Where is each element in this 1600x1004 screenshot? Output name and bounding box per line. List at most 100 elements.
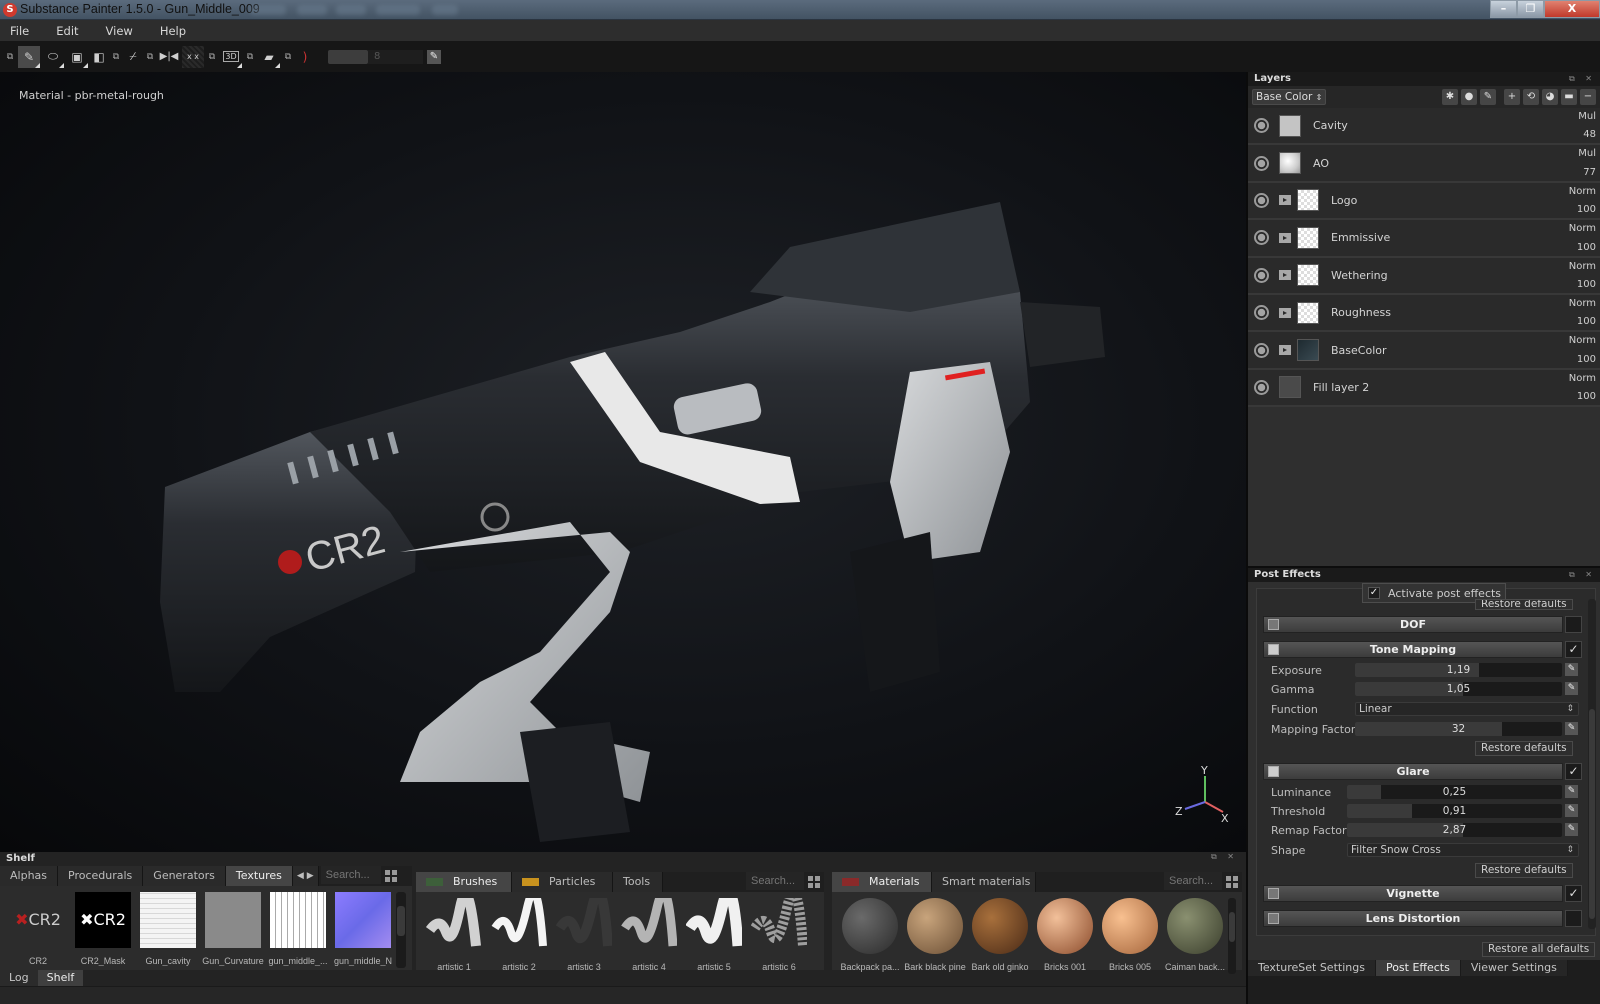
collapse-icon[interactable]: [1268, 766, 1279, 777]
brushes-search-input[interactable]: [746, 872, 804, 890]
collapse-icon[interactable]: [1268, 913, 1279, 924]
restore-defaults-button[interactable]: Restore defaults: [1475, 599, 1573, 610]
visibility-toggle-icon[interactable]: [1254, 379, 1269, 395]
menu-edit[interactable]: Edit: [56, 24, 78, 38]
materials-search-input[interactable]: [1164, 872, 1222, 890]
eraser-tool[interactable]: ⬭: [42, 46, 64, 68]
glare-restore-button[interactable]: Restore defaults: [1475, 863, 1573, 878]
layer-opacity[interactable]: 100: [1577, 391, 1596, 402]
lens-distortion-enable-checkbox[interactable]: [1565, 910, 1582, 927]
tab-brushes[interactable]: Brushes: [416, 872, 512, 892]
folder-icon[interactable]: [1279, 307, 1291, 318]
tone-mapping-restore-button[interactable]: Restore defaults: [1475, 741, 1573, 756]
layer-blend-mode[interactable]: Norm: [1569, 223, 1596, 234]
layer-blend-mode[interactable]: Mul: [1578, 148, 1596, 159]
layer-opacity[interactable]: 100: [1577, 354, 1596, 365]
tab-scroll-arrows[interactable]: ◀ ▶: [292, 866, 319, 886]
visibility-toggle-icon[interactable]: [1254, 342, 1269, 358]
tab-viewer-settings[interactable]: Viewer Settings: [1460, 960, 1568, 976]
tab-textureset-settings[interactable]: TextureSet Settings: [1248, 960, 1376, 976]
gamma-slider[interactable]: 1,05: [1355, 682, 1562, 696]
vignette-section-header[interactable]: Vignette: [1263, 885, 1563, 902]
layer-row[interactable]: AO Mul 77: [1248, 145, 1600, 183]
visibility-toggle-icon[interactable]: [1254, 118, 1269, 134]
brush-item[interactable]: artistic 1: [422, 898, 486, 972]
material-item[interactable]: Bark old ginko: [968, 898, 1032, 974]
tab-tools[interactable]: Tools: [613, 872, 663, 892]
menu-file[interactable]: File: [10, 24, 29, 38]
symmetry-tool[interactable]: ▶|◀: [158, 46, 180, 68]
tone-mapping-section-header[interactable]: Tone Mapping: [1263, 641, 1563, 658]
mapping-factor-slider[interactable]: 32: [1355, 722, 1562, 736]
layer-opacity[interactable]: 100: [1577, 242, 1596, 253]
pen-pressure-button[interactable]: ✎: [427, 49, 441, 64]
layer-row[interactable]: BaseColor Norm 100: [1248, 332, 1600, 370]
dof-enable-checkbox[interactable]: [1565, 616, 1582, 633]
popout-icon[interactable]: ⧉: [206, 46, 218, 68]
layer-row[interactable]: Logo Norm 100: [1248, 182, 1600, 221]
add-effect-button[interactable]: ⟲: [1523, 89, 1539, 105]
layer-row[interactable]: Wethering Norm 100: [1248, 257, 1600, 295]
tab-smart-materials[interactable]: Smart materials: [932, 872, 1036, 892]
layer-opacity[interactable]: 100: [1577, 279, 1596, 290]
layer-blend-mode[interactable]: Norm: [1569, 298, 1596, 309]
collapse-icon[interactable]: [1268, 888, 1279, 899]
layer-opacity[interactable]: 48: [1583, 129, 1596, 140]
shelf-item[interactable]: ✖CR2 CR2_Mask: [71, 892, 135, 968]
folder-icon[interactable]: [1279, 232, 1291, 243]
luminance-slider[interactable]: 0,25: [1347, 785, 1562, 799]
restore-all-defaults-button[interactable]: Restore all defaults: [1482, 942, 1596, 957]
material-item[interactable]: Bark black pine: [903, 898, 967, 974]
x-mirror-toggle[interactable]: x x: [182, 45, 204, 68]
delete-layer-button[interactable]: −: [1580, 89, 1596, 105]
popout-icon[interactable]: ⧉: [282, 46, 294, 68]
tab-textures[interactable]: Textures: [225, 866, 293, 886]
glare-enable-checkbox[interactable]: ✓: [1565, 763, 1582, 780]
paint-brush-tool[interactable]: ✎: [18, 45, 40, 68]
brush-item[interactable]: artistic 3: [552, 898, 616, 972]
lazy-mouse-tool[interactable]: ): [296, 46, 314, 68]
layer-blend-mode[interactable]: Norm: [1569, 261, 1596, 272]
layer-blend-mode[interactable]: Norm: [1569, 335, 1596, 346]
mapping-factor-pen-icon[interactable]: ✎: [1565, 722, 1578, 735]
panel-controls[interactable]: ⧉ ✕: [1569, 72, 1596, 86]
dock-controls[interactable]: ⧉ ✕: [1211, 852, 1238, 862]
remap-factor-slider[interactable]: 2,87: [1347, 823, 1562, 837]
popout-icon[interactable]: ⧉: [244, 46, 256, 68]
brush-size-value[interactable]: 8: [368, 49, 423, 64]
visibility-toggle-icon[interactable]: [1254, 267, 1269, 283]
add-paint-button[interactable]: ✎: [1480, 89, 1496, 105]
luminance-pen-icon[interactable]: ✎: [1565, 785, 1578, 798]
tab-shelf[interactable]: Shelf: [37, 970, 84, 986]
add-folder-button[interactable]: ▬: [1561, 89, 1577, 105]
3d-view-tool[interactable]: 3D: [220, 46, 242, 68]
gun-model[interactable]: CR2: [150, 132, 1130, 852]
grid-view-icon[interactable]: [808, 876, 820, 888]
material-item[interactable]: Backpack pa...: [838, 898, 902, 974]
materials-scrollbar[interactable]: [1228, 898, 1236, 974]
brush-item[interactable]: artistic 6: [747, 898, 811, 972]
add-mask-button[interactable]: ✱: [1442, 89, 1458, 105]
textures-search-input[interactable]: [320, 866, 381, 884]
tab-post-effects[interactable]: Post Effects: [1375, 960, 1461, 976]
menu-help[interactable]: Help: [160, 24, 186, 38]
minimize-button[interactable]: –: [1490, 0, 1517, 18]
layer-opacity[interactable]: 100: [1577, 204, 1596, 215]
shelf-item[interactable]: ✖CR2 CR2: [6, 892, 70, 968]
visibility-toggle-icon[interactable]: [1254, 230, 1269, 246]
shelf-item[interactable]: gun_middle_N: [331, 892, 395, 968]
material-item[interactable]: Bricks 001: [1033, 898, 1097, 974]
textures-scrollbar[interactable]: [396, 892, 406, 968]
layer-blend-mode[interactable]: Norm: [1569, 373, 1596, 384]
shelf-item[interactable]: Gun_cavity: [136, 892, 200, 968]
projection-tool[interactable]: ▣: [66, 46, 88, 68]
layer-row[interactable]: Emmissive Norm 100: [1248, 220, 1600, 258]
exposure-slider[interactable]: 1,19: [1355, 663, 1562, 677]
folder-icon[interactable]: [1279, 345, 1291, 356]
panel-controls[interactable]: ⧉ ✕: [1569, 568, 1596, 582]
brush-item[interactable]: artistic 5: [682, 898, 746, 972]
remap-factor-pen-icon[interactable]: ✎: [1565, 823, 1578, 836]
layer-blend-mode[interactable]: Mul: [1578, 111, 1596, 122]
close-button[interactable]: X: [1544, 0, 1600, 18]
arrow-right-icon[interactable]: ▶: [307, 866, 314, 886]
